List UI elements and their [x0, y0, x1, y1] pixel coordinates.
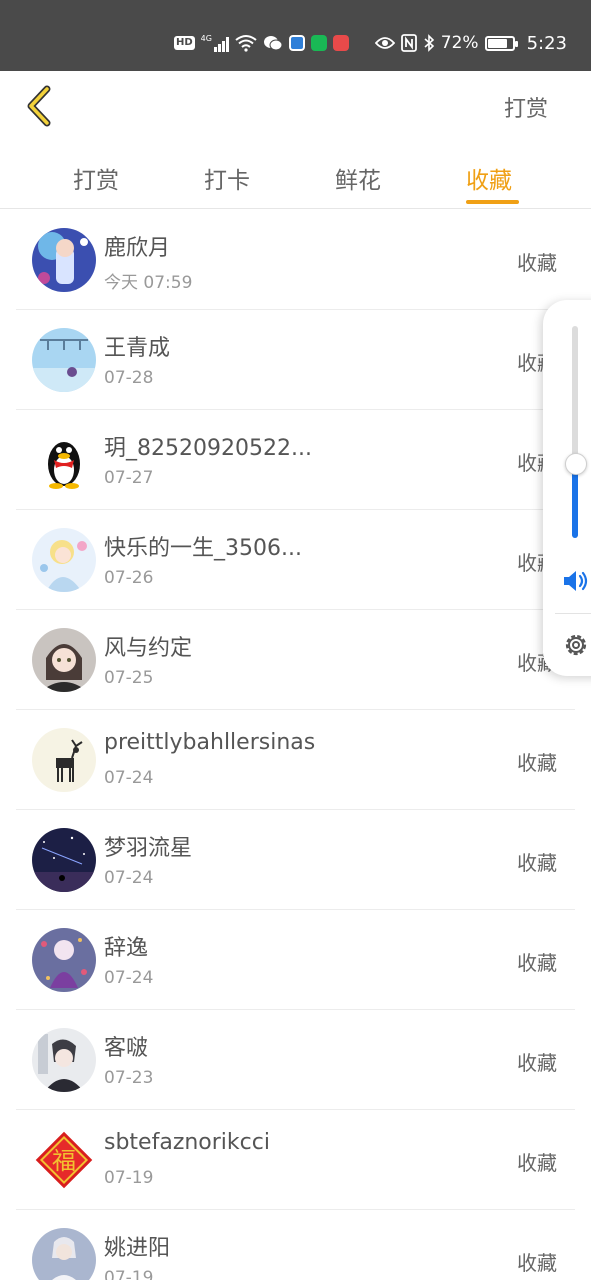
avatar[interactable] [32, 1028, 96, 1092]
date-label: 07-19 [104, 1268, 154, 1280]
avatar[interactable] [32, 628, 96, 692]
user-name: 快乐的一生_3506... [104, 536, 302, 561]
volume-panel [543, 300, 591, 676]
avatar[interactable] [32, 528, 96, 592]
action-label: 收藏 [517, 1151, 557, 1175]
action-label: 收藏 [517, 951, 557, 975]
list-item[interactable]: 风与约定 07-25 收藏 [16, 610, 575, 710]
list-item[interactable]: 玥_82520920522... 07-27 收藏 [16, 410, 575, 510]
list-item[interactable]: 快乐的一生_3506... 07-26 收藏 [16, 510, 575, 610]
avatar[interactable] [32, 228, 96, 292]
avatar[interactable] [32, 828, 96, 892]
hd-icon: HD [174, 36, 195, 50]
user-name: 客啵 [104, 1036, 149, 1061]
status-right-icons: 72% 5:23 [374, 30, 567, 56]
avatar[interactable] [32, 928, 96, 992]
action-label: 收藏 [517, 1051, 557, 1075]
avatar[interactable] [32, 728, 96, 792]
signal-label: 4G [200, 34, 212, 43]
date-label: 07-28 [104, 368, 154, 388]
date-label: 07-24 [104, 968, 154, 988]
date-label: 07-27 [104, 468, 154, 488]
reward-button[interactable]: 打赏 [504, 91, 548, 123]
date-label: 07-24 [104, 868, 154, 888]
user-name: 鹿欣月 [104, 236, 171, 261]
divider [555, 613, 591, 614]
avatar[interactable] [32, 328, 96, 392]
chevron-left-icon[interactable] [20, 83, 60, 129]
bluetooth-icon [424, 34, 434, 52]
nav-bar: 打赏 [0, 71, 591, 141]
volume-slider-handle[interactable] [565, 453, 587, 475]
action-label: 收藏 [517, 1251, 557, 1275]
app-icon [288, 35, 305, 51]
eye-icon [374, 37, 395, 49]
avatar[interactable] [32, 1228, 96, 1280]
user-name: 风与约定 [104, 636, 193, 661]
user-name: 辞逸 [104, 936, 149, 961]
signal-icon: 4G [201, 34, 229, 52]
date-label: 07-25 [104, 668, 154, 688]
list-item[interactable]: 王青成 07-28 收藏 [16, 310, 575, 410]
date-label: 07-26 [104, 568, 154, 588]
tab-checkin[interactable]: 打卡 [204, 161, 250, 195]
nfc-icon [400, 34, 417, 52]
tab-flowers[interactable]: 鲜花 [335, 161, 381, 195]
volume-level-fill [572, 464, 578, 538]
user-name: preittlybahllersinas [104, 730, 316, 755]
svg-text:福: 福 [52, 1147, 76, 1175]
date-label: 今天 07:59 [104, 273, 193, 293]
date-label: 07-23 [104, 1068, 154, 1088]
status-left-icons: HD 4G [174, 32, 349, 54]
list-item[interactable]: 福 sbtefaznorikcci 07-19 收藏 [16, 1110, 575, 1210]
volume-slider[interactable] [572, 326, 578, 538]
gear-icon[interactable] [561, 630, 591, 660]
list-item[interactable]: 辞逸 07-24 收藏 [16, 910, 575, 1010]
list-item[interactable]: 客啵 07-23 收藏 [16, 1010, 575, 1110]
tab-favorites[interactable]: 收藏 [466, 161, 512, 195]
favorites-list: 鹿欣月 今天 07:59 收藏 王青成 07-28 收藏 玥_825209205… [16, 210, 575, 1280]
user-name: sbtefaznorikcci [104, 1130, 270, 1155]
date-label: 07-24 [104, 768, 154, 788]
user-name: 玥_82520920522... [104, 436, 312, 461]
user-name: 王青成 [104, 336, 171, 361]
list-item[interactable]: 姚进阳 07-19 收藏 [16, 1210, 575, 1280]
save-app-icon [332, 35, 349, 51]
clock: 5:23 [526, 32, 567, 54]
speaker-icon[interactable] [562, 568, 590, 594]
battery-icon [484, 35, 518, 51]
action-label: 收藏 [517, 751, 557, 775]
tab-reward[interactable]: 打赏 [73, 161, 119, 195]
avatar[interactable] [32, 428, 96, 492]
user-name: 梦羽流星 [104, 836, 193, 861]
line-icon [310, 35, 327, 51]
wifi-icon [235, 35, 257, 52]
user-name: 姚进阳 [104, 1236, 171, 1261]
active-tab-indicator [466, 200, 519, 204]
action-label: 收藏 [517, 251, 557, 275]
avatar[interactable]: 福 [32, 1128, 96, 1192]
list-item[interactable]: preittlybahllersinas 07-24 收藏 [16, 710, 575, 810]
list-item[interactable]: 鹿欣月 今天 07:59 收藏 [16, 210, 575, 310]
action-label: 收藏 [517, 851, 557, 875]
list-item[interactable]: 梦羽流星 07-24 收藏 [16, 810, 575, 910]
battery-percent: 72% [440, 33, 479, 53]
tab-bar: 打赏 打卡 鲜花 收藏 [0, 141, 591, 209]
status-bar: HD 4G 72% 5:23 [0, 0, 591, 71]
date-label: 07-19 [104, 1168, 154, 1188]
wechat-icon [263, 36, 283, 51]
